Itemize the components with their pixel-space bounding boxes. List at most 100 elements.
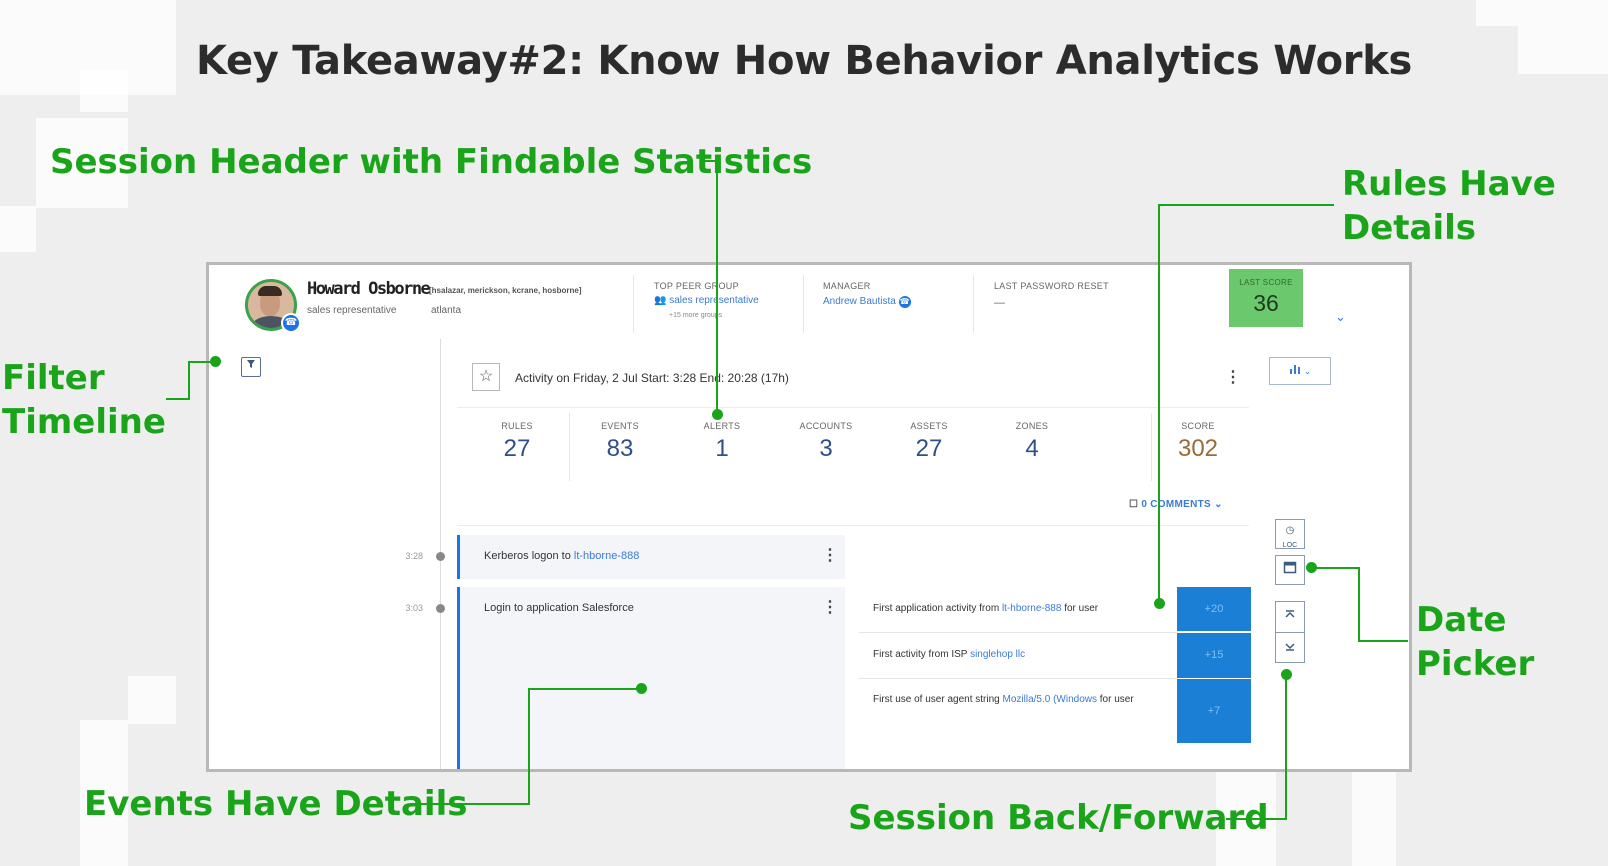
event-label: Kerberos logon to [484,550,574,562]
callout-session-back-forward: Session Back/Forward [848,798,1269,838]
kebab-icon[interactable]: ⋮ [822,545,838,565]
stat-label: EVENTS [601,421,639,431]
user-type-icon: ☎ [281,313,301,333]
slide-title: Key Takeaway#2: Know How Behavior Analyt… [195,38,1413,84]
peer-group-text: sales representative [669,295,759,306]
rule-row[interactable]: First use of user agent string Mozilla/5… [859,679,1251,743]
header-divider [803,275,804,333]
rule-text: First use of user agent string Mozilla/5… [873,691,1169,709]
leader-line [1358,567,1360,641]
event-asset-link[interactable]: lt-hborne-888 [574,550,639,562]
stat-value: 1 [715,435,729,462]
stat-assets[interactable]: ASSETS 27 [884,421,974,463]
activity-card: ☆ Activity on Friday, 2 Jul Start: 3:28 … [457,351,1249,526]
bg-square [128,676,176,724]
rule-label: First application activity from [873,603,1002,614]
stat-zones[interactable]: ZONES 4 [987,421,1077,463]
event-dot [436,604,445,613]
rule-link[interactable]: Mozilla/5.0 (Windows [1003,694,1097,705]
stat-alerts[interactable]: ALERTS 1 [677,421,767,463]
stat-score[interactable]: SCORE 302 [1153,421,1243,463]
event-text: Login to application Salesforce [484,602,634,614]
calendar-icon[interactable] [1275,555,1305,585]
comments-label: 0 COMMENTS ⌄ [1141,499,1223,510]
callout-filter-timeline: Filter Timeline [2,356,166,444]
last-score-box: LAST SCORE 36 [1229,269,1303,327]
rule-text: First application activity from lt-hborn… [873,600,1169,618]
comment-icon: ☐ [1129,499,1142,510]
rule-link[interactable]: singlehop llc [970,649,1025,660]
stat-events[interactable]: EVENTS 83 [575,421,665,463]
rules-panel: First application activity from lt-hborn… [859,587,1251,753]
stat-label: RULES [501,421,533,431]
manager-value[interactable]: Andrew Bautista ☎ [823,296,911,308]
kebab-icon[interactable]: ⋮ [822,597,838,617]
event-dot [436,552,445,561]
leader-dot [210,356,221,367]
manager-name: Andrew Bautista [823,296,896,307]
card-divider [457,525,1249,526]
comments-toggle[interactable]: ☐ 0 COMMENTS ⌄ [1129,499,1223,510]
callout-line: Details [1342,208,1477,248]
stat-divider [569,413,570,481]
leader-dot [636,683,647,694]
leader-line [1158,204,1160,600]
peer-group-more[interactable]: +15 more groups [669,312,722,319]
callout-line: Date [1416,600,1507,640]
callout-line: Filter [2,358,105,398]
loc-icon[interactable]: ◷ LOC [1275,519,1305,549]
user-aliases: [hsalazar, merickson, kcrane, hosborne] [429,286,582,295]
leader-line [528,688,530,805]
filter-icon[interactable] [241,357,261,377]
stat-divider [1151,413,1152,481]
chevrons-up-icon[interactable] [1276,602,1304,633]
event-time: 3:28 [405,551,423,561]
stat-label: ALERTS [703,421,741,431]
password-reset-label: LAST PASSWORD RESET [994,281,1109,291]
bg-square [1352,760,1396,866]
session-view: ☎ Howard Osborne [hsalazar, merickson, k… [206,262,1412,772]
stat-label: SCORE [1181,421,1215,431]
header-divider [633,275,634,333]
leader-line [188,361,212,363]
leader-line [716,160,718,414]
chevrons-down-icon[interactable] [1276,633,1304,663]
rule-row[interactable]: First activity from ISP singlehop llc +1… [859,633,1251,678]
event-card[interactable]: Login to application Salesforce ⋮ [457,587,845,769]
event-card[interactable]: Kerberos logon to lt-hborne-888 ⋮ [457,535,845,579]
callout-line: Timeline [2,402,166,442]
rule-link[interactable]: lt-hborne-888 [1002,603,1061,614]
user-name[interactable]: Howard Osborne [307,279,431,299]
peer-group-label: TOP PEER GROUP [654,281,739,291]
leader-line [418,803,530,805]
rule-score: +7 [1177,679,1251,743]
event-time: 3:03 [405,603,423,613]
rule-score: +15 [1177,633,1251,678]
bar-chart-icon[interactable]: ⌄ [1269,357,1331,385]
header-divider [973,275,974,333]
chevron-down-icon[interactable]: ⌄ [1335,309,1346,325]
group-icon: 👥 [654,295,670,306]
leader-dot [1154,598,1165,609]
leader-line [1358,640,1408,642]
rule-text: First activity from ISP singlehop llc [873,646,1169,664]
callout-line: Picker [1416,644,1535,684]
event-text: Kerberos logon to lt-hborne-888 [484,550,639,562]
clock-icon: ◷ [1285,525,1295,536]
last-score-label: LAST SCORE [1239,278,1293,287]
leader-line [528,688,642,690]
rule-label: First activity from ISP [873,649,971,660]
stat-rules[interactable]: RULES 27 [472,421,562,463]
leader-dot [712,409,723,420]
leader-line [1285,674,1287,820]
peer-group-value[interactable]: 👥 sales representative [654,295,759,306]
card-divider [457,407,1249,408]
star-icon[interactable]: ☆ [472,363,500,391]
leader-line [1310,567,1360,569]
stat-accounts[interactable]: ACCOUNTS 3 [781,421,871,463]
rule-row[interactable]: First application activity from lt-hborn… [859,587,1251,631]
stat-value: 27 [503,435,531,462]
stat-value: 4 [1025,435,1039,462]
loc-label: LOC [1282,542,1298,549]
kebab-icon[interactable]: ⋮ [1225,367,1241,387]
